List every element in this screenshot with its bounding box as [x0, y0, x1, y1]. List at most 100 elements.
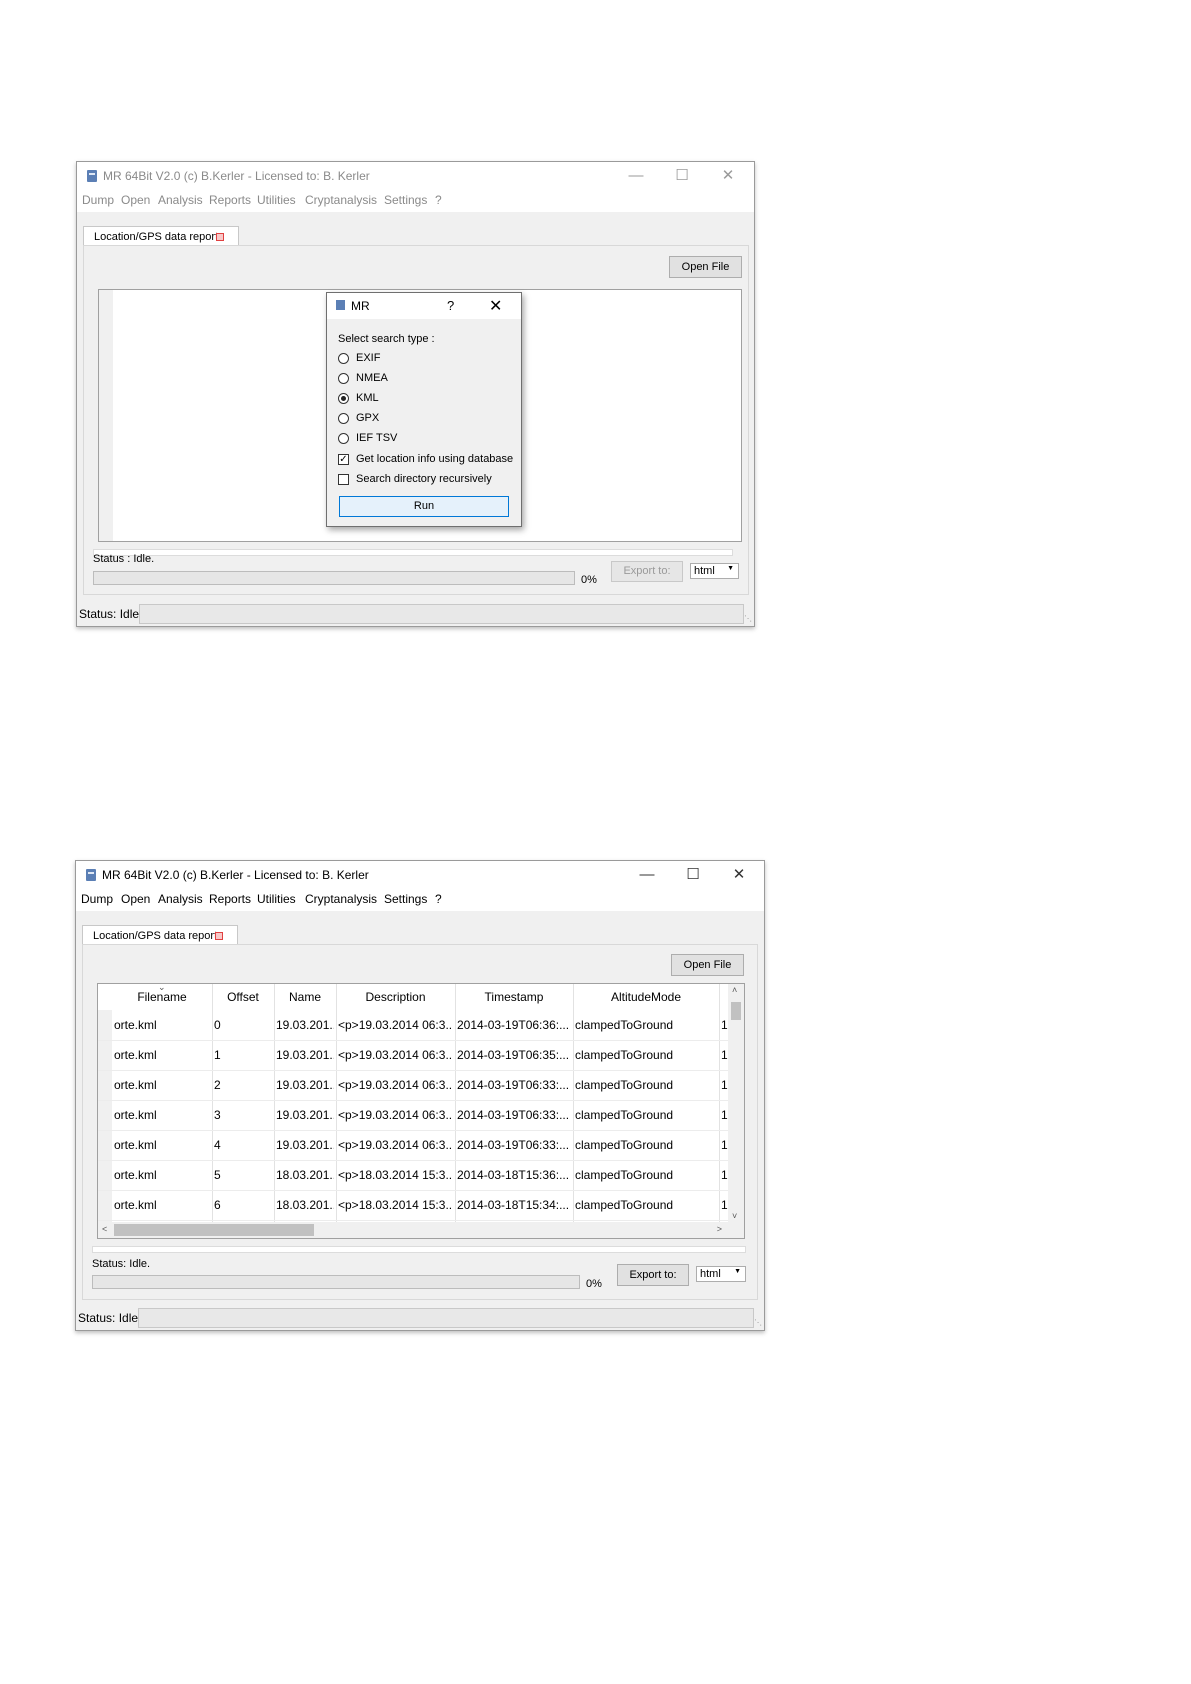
column-header-name[interactable]: Name	[274, 990, 336, 1004]
table-cell: clampedToGround	[575, 1018, 674, 1032]
radio-label: GPX	[356, 412, 380, 424]
vertical-scroll-thumb[interactable]	[731, 1002, 741, 1020]
horizontal-scroll-thumb[interactable]	[114, 1224, 314, 1236]
open-file-button[interactable]: Open File	[669, 256, 742, 278]
open-file-button[interactable]: Open File	[671, 954, 744, 976]
menu-analysis[interactable]: Analysis	[158, 193, 203, 207]
maximize-icon[interactable]: ☐	[678, 865, 708, 885]
radio-button-icon[interactable]	[338, 413, 349, 424]
column-header-altitudemode[interactable]: AltitudeMode	[573, 990, 719, 1004]
checkbox-checked-icon[interactable]: ✓	[338, 454, 349, 465]
radio-label: EXIF	[356, 352, 381, 364]
progress-bar	[92, 1275, 580, 1289]
table-cell: clampedToGround	[575, 1108, 674, 1122]
table-cell: 2014-03-19T06:33:...	[457, 1108, 570, 1122]
menu-help[interactable]: ?	[435, 892, 442, 906]
tab-location-gps-report[interactable]: Location/GPS data report	[82, 925, 238, 945]
menu-reports[interactable]: Reports	[209, 193, 251, 207]
menu-utilities[interactable]: Utilities	[257, 193, 296, 207]
run-button[interactable]: Run	[339, 496, 509, 517]
export-button[interactable]: Export to:	[611, 561, 683, 582]
resize-grip-icon[interactable]: ⋱	[754, 1318, 762, 1327]
menu-dump[interactable]: Dump	[81, 892, 113, 906]
status-label: Status : Idle.	[93, 553, 155, 565]
radio-button-icon[interactable]	[338, 373, 349, 384]
horizontal-scrollbar[interactable]: ˂ ˃	[98, 1222, 744, 1238]
progress-bar	[93, 571, 575, 585]
table-cell: 19.03.201...	[276, 1048, 334, 1062]
minimize-icon[interactable]: —	[632, 865, 662, 885]
table-cell: 1	[214, 1048, 221, 1062]
title-bar[interactable]: MR 64Bit V2.0 (c) B.Kerler - Licensed to…	[77, 162, 754, 190]
scroll-up-icon[interactable]: ˄	[732, 985, 737, 995]
table-cell: 4	[214, 1138, 221, 1152]
table-cell: 18.03.201...	[276, 1198, 334, 1212]
table-row[interactable]: orte.kml 2 19.03.201... <p>19.03.2014 06:3.…	[98, 1070, 731, 1101]
export-button[interactable]: Export to:	[617, 1264, 689, 1286]
scroll-down-icon[interactable]: ˅	[732, 1211, 737, 1221]
tab-close-icon[interactable]	[216, 233, 224, 241]
maximize-icon[interactable]: ☐	[667, 166, 697, 186]
help-icon[interactable]: ?	[447, 298, 454, 313]
main-window-dialog-state: MR 64Bit V2.0 (c) B.Kerler - Licensed to…	[76, 161, 755, 627]
scroll-left-icon[interactable]: ˂	[102, 1224, 107, 1234]
radio-button-icon[interactable]	[338, 433, 349, 444]
minimize-icon[interactable]: —	[621, 166, 651, 186]
statusbar-field	[139, 604, 744, 624]
menu-analysis[interactable]: Analysis	[158, 892, 203, 906]
column-header-offset[interactable]: Offset	[212, 990, 274, 1004]
menu-cryptanalysis[interactable]: Cryptanalysis	[305, 892, 377, 906]
column-header-description[interactable]: Description	[336, 990, 455, 1004]
export-format-select[interactable]: html ▼	[696, 1266, 746, 1282]
dialog-title: MR	[351, 299, 370, 313]
table-cell: 3	[214, 1108, 221, 1122]
table-cell: orte.kml	[114, 1078, 157, 1092]
dialog-close-icon[interactable]: ✕	[489, 296, 502, 316]
close-icon[interactable]: ✕	[724, 865, 754, 885]
table-cell: 18.03.201...	[276, 1168, 334, 1182]
radio-button-icon[interactable]	[338, 353, 349, 364]
table-cell: clampedToGround	[575, 1198, 674, 1212]
radio-button-selected-icon[interactable]	[338, 393, 349, 404]
menu-open[interactable]: Open	[121, 193, 150, 207]
menu-cryptanalysis[interactable]: Cryptanalysis	[305, 193, 377, 207]
checkbox-label: Get location info using database	[356, 453, 514, 465]
menu-settings[interactable]: Settings	[384, 193, 427, 207]
tab-label: Location/GPS data report	[93, 930, 218, 942]
app-icon	[86, 869, 96, 881]
table-row[interactable]: orte.kml 4 19.03.201... <p>19.03.2014 06:3.…	[98, 1130, 731, 1161]
close-icon[interactable]: ✕	[713, 166, 743, 186]
radio-label: KML	[356, 392, 379, 404]
scroll-right-icon[interactable]: ˃	[717, 1224, 722, 1234]
menu-dump[interactable]: Dump	[82, 193, 114, 207]
resize-grip-icon[interactable]: ⋱	[744, 614, 752, 623]
table-row[interactable]: orte.kml 3 19.03.201... <p>19.03.2014 06:3.…	[98, 1100, 731, 1131]
vertical-scrollbar[interactable]: ˄ ˅	[728, 984, 744, 1222]
menu-settings[interactable]: Settings	[384, 892, 427, 906]
window-title: MR 64Bit V2.0 (c) B.Kerler - Licensed to…	[102, 868, 369, 882]
status-label: Status: Idle.	[92, 1258, 151, 1270]
dialog-title-bar[interactable]: MR ? ✕	[327, 293, 521, 319]
radio-label: IEF TSV	[356, 432, 398, 444]
table-row[interactable]: orte.kml 1 19.03.201... <p>19.03.2014 06:3.…	[98, 1040, 731, 1071]
tab-label: Location/GPS data report	[94, 231, 219, 243]
menu-open[interactable]: Open	[121, 892, 150, 906]
export-format-select[interactable]: html ▼	[690, 563, 739, 579]
menu-reports[interactable]: Reports	[209, 892, 251, 906]
table-row[interactable]: orte.kml 5 18.03.201... <p>18.03.2014 15:3.…	[98, 1160, 731, 1191]
separator-bar	[93, 549, 733, 556]
tab-location-gps-report[interactable]: Location/GPS data report	[83, 226, 239, 246]
column-header-timestamp[interactable]: Timestamp	[455, 990, 573, 1004]
table-cell: 2014-03-19T06:33:...	[457, 1138, 570, 1152]
radio-label: NMEA	[356, 372, 388, 384]
menu-utilities[interactable]: Utilities	[257, 892, 296, 906]
title-bar[interactable]: MR 64Bit V2.0 (c) B.Kerler - Licensed to…	[76, 861, 764, 889]
table-cell: <p>18.03.2014 15:3...	[338, 1198, 453, 1212]
checkbox-icon[interactable]	[338, 474, 349, 485]
table-row[interactable]: orte.kml 6 18.03.201... <p>18.03.2014 15:3.…	[98, 1190, 728, 1221]
table-cell: 2014-03-19T06:36:...	[457, 1018, 570, 1032]
table-row[interactable]: orte.kml 0 19.03.201... <p>19.03.2014 06:3.…	[98, 1010, 731, 1041]
menu-help[interactable]: ?	[435, 193, 442, 207]
results-table: Filename ⌄ Offset Name Description Times…	[97, 983, 745, 1239]
tab-close-icon[interactable]	[215, 932, 223, 940]
